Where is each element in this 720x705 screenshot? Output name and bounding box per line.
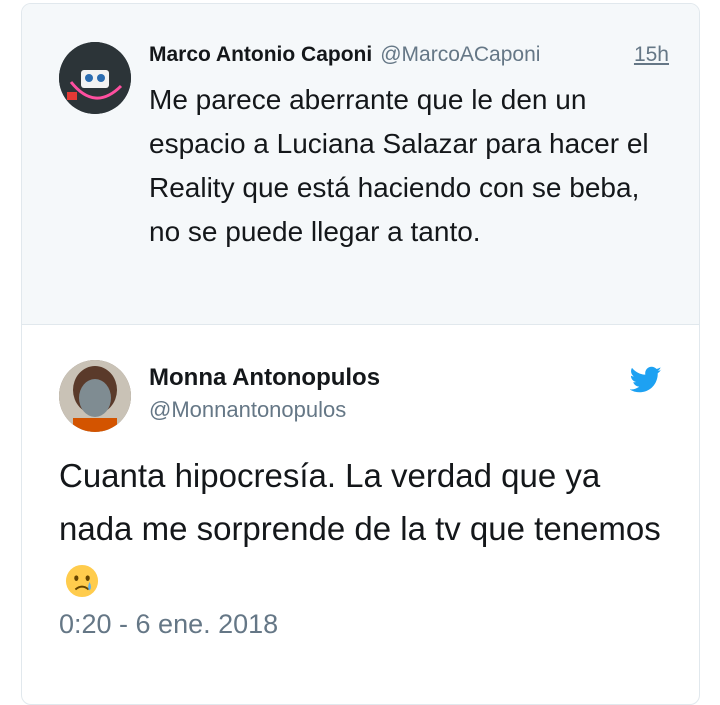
tweet-card: Marco Antonio Caponi @MarcoACaponi 15h Me… [21,3,700,705]
reply-handle[interactable]: @Monnantonopulos [149,397,346,423]
parent-tweet-header: Marco Antonio Caponi @MarcoACaponi 15h [149,43,669,73]
parent-avatar-image [59,42,131,114]
tweet-timestamp[interactable]: 0:20 - 6 ene. 2018 [59,609,278,640]
avatar[interactable] [59,42,131,114]
twitter-bird-icon[interactable] [630,366,662,394]
avatar[interactable] [59,360,131,432]
parent-time[interactable]: 15h [634,43,669,67]
reply-avatar-image [59,360,131,432]
parent-handle[interactable]: @MarcoACaponi [380,43,540,66]
parent-display-name[interactable]: Marco Antonio Caponi [149,43,372,66]
parent-tweet[interactable]: Marco Antonio Caponi @MarcoACaponi 15h Me… [22,4,699,325]
reply-display-name[interactable]: Monna Antonopulos [149,364,380,392]
crying-face-icon [65,564,99,598]
parent-tweet-text: Me parece aberrante que le den un espaci… [149,84,649,247]
reply-text-content: Cuanta hipocresía. La verdad que ya nada… [59,457,661,547]
reply-tweet-text: Cuanta hipocresía. La verdad que ya nada… [59,449,679,608]
